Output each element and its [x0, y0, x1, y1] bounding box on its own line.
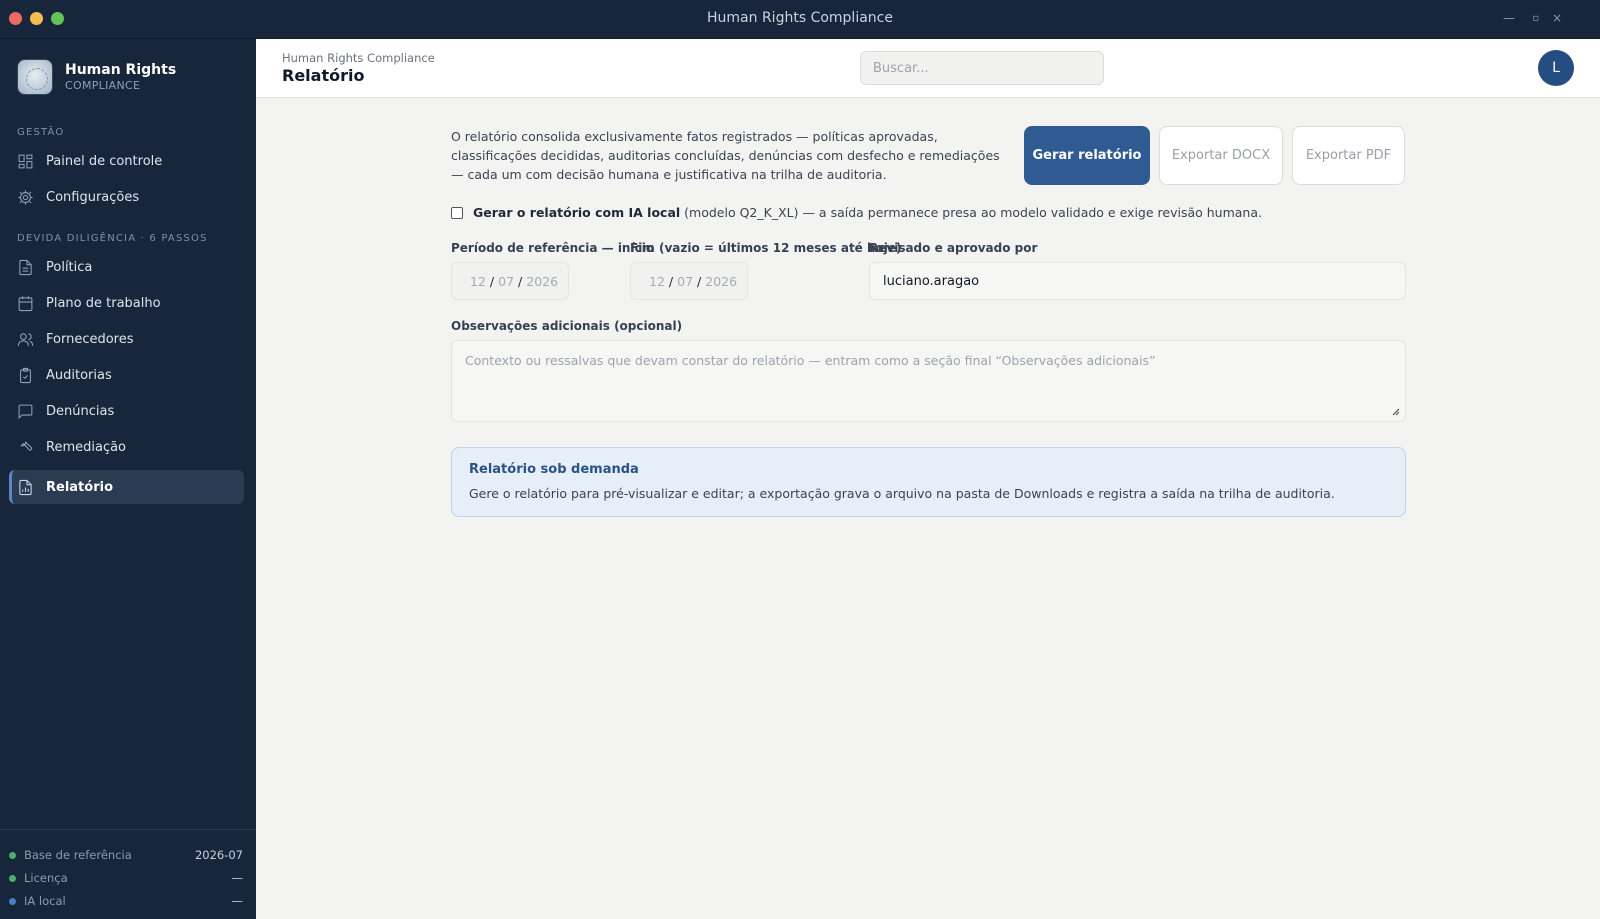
title-bar: Human Rights Compliance — ▫ × — [0, 0, 1600, 39]
export-docx-button[interactable]: Exportar DOCX — [1159, 126, 1283, 185]
generate-report-button[interactable]: Gerar relatório — [1024, 126, 1150, 185]
section-label-gestao: GESTÃO — [17, 127, 65, 138]
report-chart-icon — [17, 479, 34, 496]
report-intro-text: O relatório consolida exclusivamente fat… — [451, 129, 1000, 182]
status-label: Base de referência — [24, 848, 132, 862]
sidebar-item-denuncias[interactable]: Denúncias — [9, 394, 244, 428]
resize-grip-icon[interactable] — [1390, 406, 1400, 416]
sidebar-item-configuracoes[interactable]: Configurações — [9, 180, 244, 214]
export-pdf-button[interactable]: Exportar PDF — [1292, 126, 1405, 185]
start-date-month[interactable]: 07 — [498, 274, 514, 289]
sidebar-item-label: Denúncias — [46, 403, 115, 419]
sidebar-item-label: Fornecedores — [46, 331, 134, 347]
observations-textarea[interactable] — [451, 340, 1406, 422]
sidebar-item-remediacao[interactable]: Remediação — [9, 430, 244, 464]
local-ai-checkbox-note: (modelo Q2_K_XL) — a saída permanece pre… — [684, 205, 1262, 220]
status-value: — — [231, 871, 244, 885]
wrench-icon — [17, 439, 34, 456]
calendar-icon — [17, 295, 34, 312]
section-label-devida-diligencia: DEVIDA DILIGÊNCIA · 6 PASSOS — [17, 233, 208, 244]
status-row-base-de-referencia: Base de referência 2026-07 — [9, 846, 243, 864]
start-date-field[interactable]: 12/07/2026 — [451, 262, 569, 300]
brand-subtitle: COMPLIANCE — [65, 79, 141, 92]
local-ai-option: Gerar o relatório com IA local (modelo Q… — [451, 205, 1262, 220]
sidebar-item-label: Painel de controle — [46, 153, 163, 169]
clipboard-check-icon — [17, 367, 34, 384]
status-dot — [9, 851, 16, 859]
status-label: IA local — [24, 894, 66, 908]
avatar[interactable]: L — [1538, 50, 1574, 86]
maximize-icon[interactable]: ▫ — [1532, 13, 1539, 24]
status-value: — — [231, 894, 244, 908]
sidebar-item-label: Configurações — [46, 189, 140, 205]
sidebar-item-label: Plano de trabalho — [46, 295, 161, 311]
sidebar-item-fornecedores[interactable]: Fornecedores — [9, 322, 244, 356]
sidebar-item-relatorio[interactable]: Relatório — [9, 470, 244, 504]
dashboard-icon — [17, 153, 34, 170]
main-content: Human Rights Compliance Relatório L O re… — [256, 39, 1600, 919]
message-icon — [17, 403, 34, 420]
sidebar-item-plano-de-trabalho[interactable]: Plano de trabalho — [9, 286, 244, 320]
status-dot — [9, 897, 16, 905]
end-date-year[interactable]: 2026 — [705, 274, 737, 289]
sidebar-item-politica[interactable]: Política — [9, 250, 244, 284]
info-callout-title: Relatório sob demanda — [469, 462, 639, 477]
end-date-field[interactable]: 12/07/2026 — [630, 262, 748, 300]
sidebar-item-painel-de-controle[interactable]: Painel de controle — [9, 144, 244, 178]
users-icon — [17, 331, 34, 348]
status-label: Licença — [24, 871, 68, 885]
sidebar-item-label: Política — [46, 259, 93, 275]
approver-input[interactable] — [869, 262, 1406, 300]
observations-label: Observações adicionais (opcional) — [451, 319, 683, 333]
approver-label: Revisado e aprovado por — [869, 241, 1038, 255]
local-ai-checkbox[interactable] — [451, 206, 463, 219]
local-ai-checkbox-label[interactable]: Gerar o relatório com IA local — [473, 205, 680, 220]
sidebar: Human Rights COMPLIANCE GESTÃO Painel de… — [0, 39, 256, 919]
search-input[interactable] — [860, 51, 1104, 85]
start-date-day[interactable]: 12 — [470, 274, 486, 289]
breadcrumb[interactable]: Human Rights Compliance — [282, 51, 435, 65]
brand: Human Rights COMPLIANCE — [17, 59, 176, 95]
start-date-year[interactable]: 2026 — [526, 274, 558, 289]
status-row-licenca: Licença — — [9, 869, 243, 887]
info-callout: Relatório sob demanda Gere o relatório p… — [451, 447, 1406, 517]
close-icon[interactable]: × — [1552, 11, 1562, 25]
window-title: Human Rights Compliance — [707, 10, 893, 26]
sidebar-item-label: Auditorias — [46, 367, 112, 383]
brand-name: Human Rights — [65, 62, 177, 78]
end-date-month[interactable]: 07 — [677, 274, 693, 289]
start-date-label: Período de referência — início — [451, 241, 655, 255]
sidebar-item-label: Remediação — [46, 439, 127, 455]
status-row-ia-local: IA local — — [9, 892, 243, 910]
end-date-day[interactable]: 12 — [649, 274, 665, 289]
sidebar-item-auditorias[interactable]: Auditorias — [9, 358, 244, 392]
info-callout-body: Gere o relatório para pré-visualizar e e… — [469, 486, 1335, 501]
gear-icon — [17, 189, 34, 206]
end-date-label: Fim (vazio = últimos 12 meses até hoje) — [630, 241, 902, 255]
status-dot — [9, 874, 16, 882]
sidebar-status-footer: Base de referência 2026-07 Licença — IA … — [0, 829, 256, 919]
brand-logo — [17, 59, 53, 95]
sidebar-item-label: Relatório — [46, 479, 113, 495]
page-header: Human Rights Compliance Relatório L — [256, 39, 1600, 98]
document-icon — [17, 259, 34, 276]
status-value: 2026-07 — [194, 848, 243, 862]
page-title: Relatório — [282, 66, 365, 85]
minimize-icon[interactable]: — — [1503, 11, 1515, 25]
